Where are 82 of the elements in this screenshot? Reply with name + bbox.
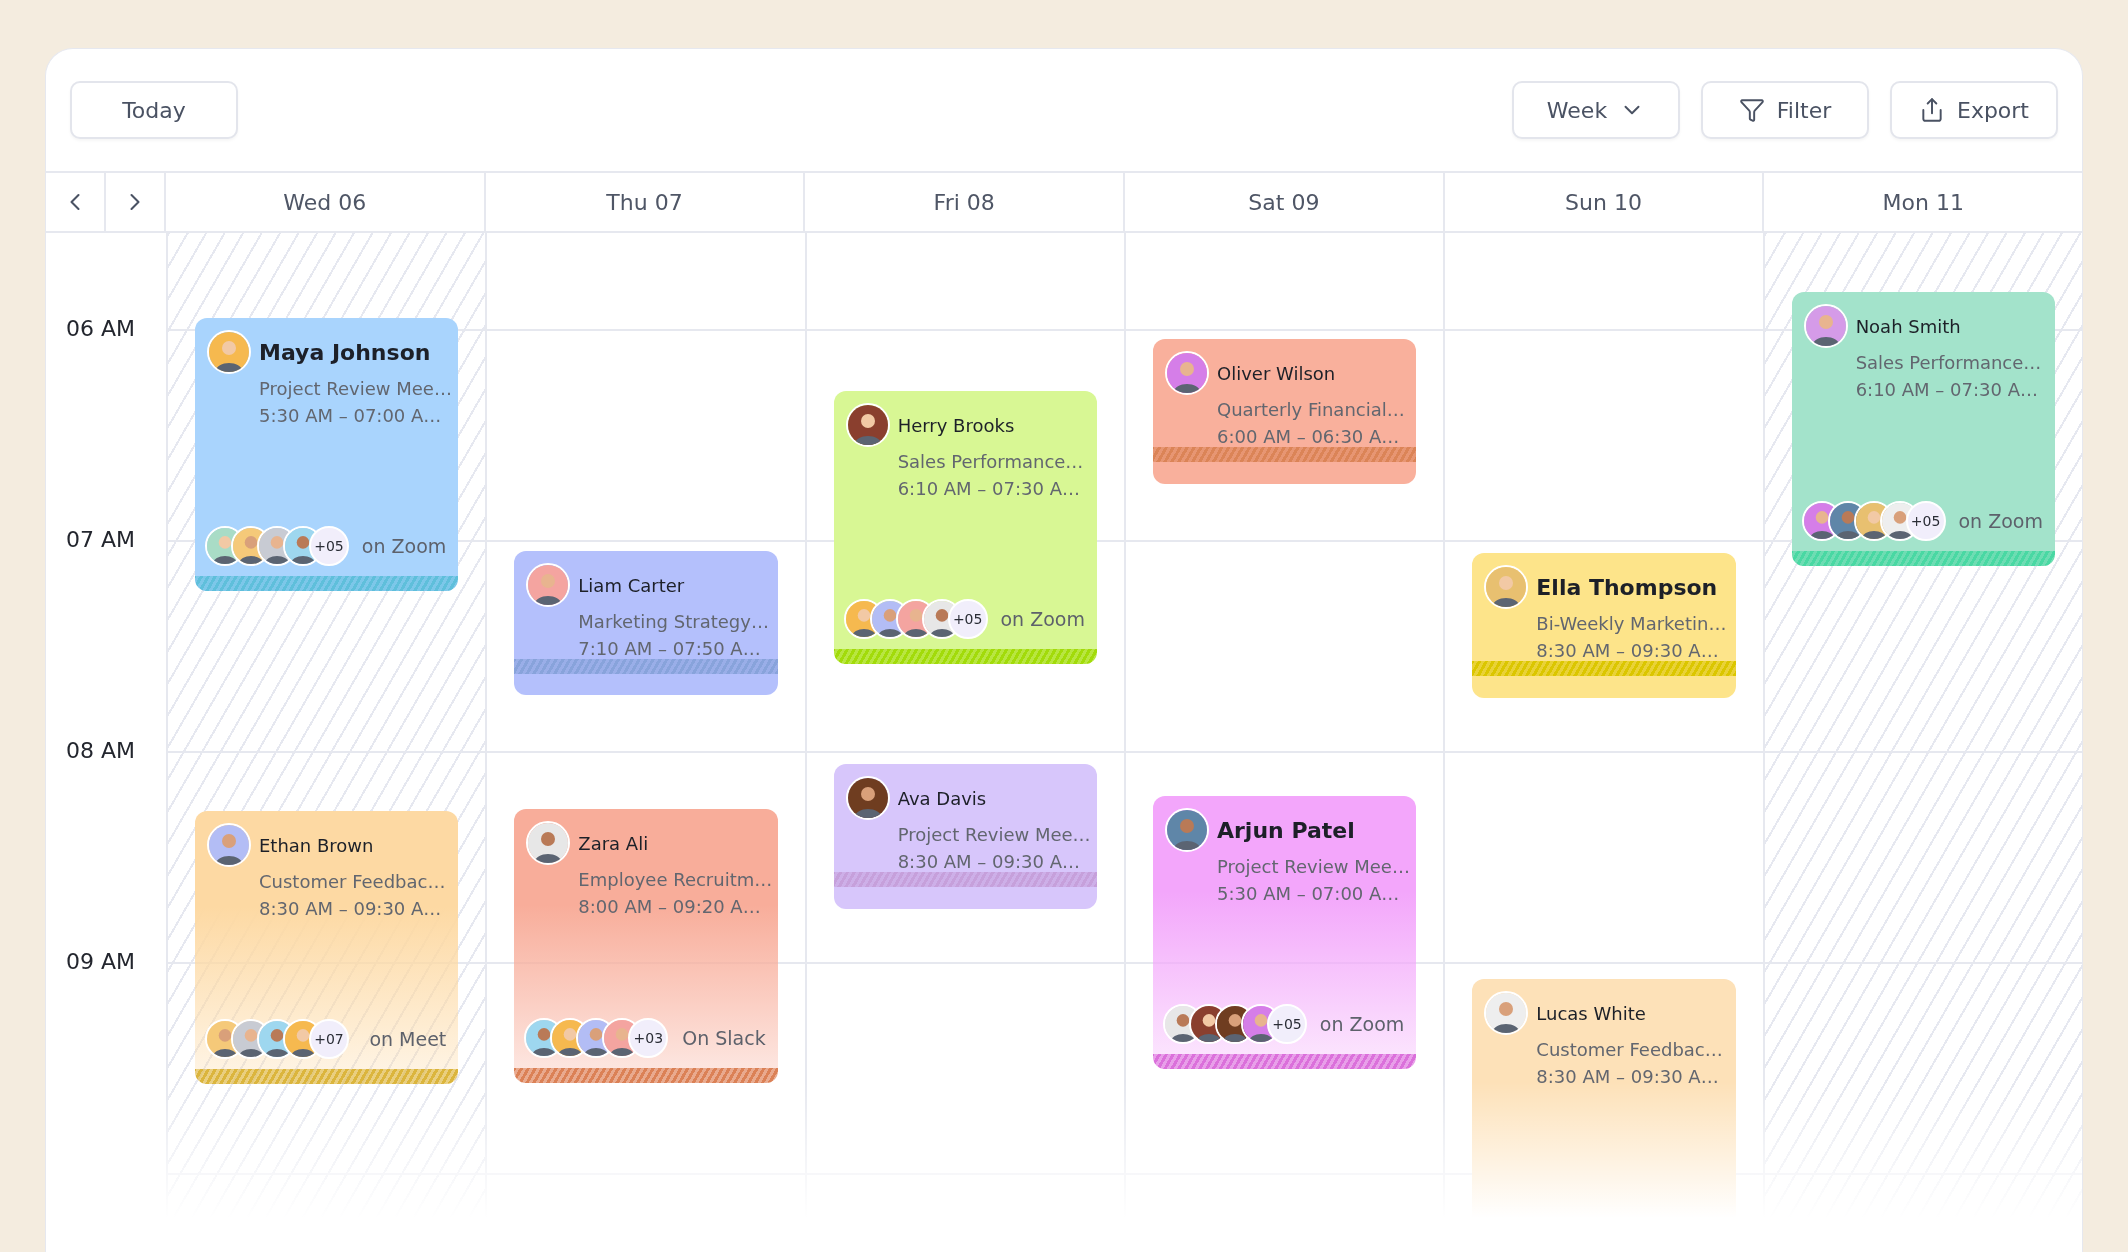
- event-title: Sales Performance…: [1855, 352, 2043, 373]
- event-organizer: Noah Smith: [1855, 315, 1962, 337]
- day-header: Wed 06: [166, 173, 486, 231]
- event-card[interactable]: Herry Brooks Sales Performance… 6:10 AM – 07:30 A… +05 on Zoom: [833, 391, 1097, 664]
- event-time: 6:10 AM – 07:30 A…: [1855, 379, 2039, 400]
- avatar: [1484, 565, 1529, 609]
- day-header: Fri 08: [805, 173, 1125, 231]
- event-title: Marketing Strategy…: [578, 611, 769, 632]
- export-button[interactable]: Export: [1890, 81, 2058, 139]
- meeting-platform: on Zoom: [1319, 1013, 1405, 1035]
- event-title: Employee Recruitm…: [578, 869, 773, 890]
- event-title: Project Review Mee…: [897, 824, 1091, 845]
- attendee-count[interactable]: +03: [628, 1018, 669, 1058]
- avatar: [1803, 304, 1848, 348]
- event-card[interactable]: Ella Thompson Bi-Weekly Marketin… 8:30 AM – 09:30 A…: [1472, 553, 1736, 698]
- event-card[interactable]: Noah Smith Sales Performance… 6:10 AM – 07:30 A… +05 on Zoom: [1791, 292, 2055, 566]
- avatar: [845, 776, 890, 820]
- event-title: Project Review Mee…: [1217, 856, 1410, 877]
- event-organizer: Zara Ali: [578, 832, 650, 854]
- event-time: 5:30 AM – 07:00 A…: [1217, 883, 1401, 904]
- event-organizer: Ava Davis: [897, 787, 988, 809]
- event-organizer: Herry Brooks: [897, 414, 1016, 436]
- avatar: [1165, 351, 1209, 395]
- avatar: [526, 563, 571, 607]
- day-header: Sat 09: [1125, 173, 1445, 231]
- meeting-platform: on Meet: [369, 1028, 447, 1050]
- event-card[interactable]: Ethan Brown Customer Feedbac… 8:30 AM – 09:30 A… +07 on Meet: [195, 811, 459, 1084]
- event-card[interactable]: Arjun Patel Project Review Mee… 5:30 AM – 07:00 A… +05 on Zoom: [1153, 796, 1417, 1069]
- event-title: Project Review Mee…: [259, 378, 452, 399]
- attendee-count[interactable]: +05: [1905, 501, 1946, 541]
- attendee-count[interactable]: +05: [1267, 1004, 1307, 1044]
- event-title: Bi-Weekly Marketin…: [1536, 613, 1727, 634]
- event-organizer: Lucas White: [1536, 1002, 1647, 1024]
- avatar: [845, 403, 890, 447]
- event-title: Quarterly Financial…: [1217, 399, 1405, 420]
- avatar: [207, 823, 251, 867]
- event-time: 8:30 AM – 09:30 A…: [897, 851, 1081, 872]
- export-icon: [1919, 97, 1945, 123]
- filter-button[interactable]: Filter: [1701, 81, 1869, 139]
- meeting-platform: On Slack: [682, 1027, 766, 1049]
- avatar: [1484, 991, 1529, 1035]
- time-label: 06 AM: [65, 315, 137, 343]
- meeting-platform: on Zoom: [361, 535, 447, 557]
- attendee-count[interactable]: +07: [309, 1019, 349, 1059]
- event-time: 6:10 AM – 07:30 A…: [897, 478, 1081, 499]
- event-organizer: Arjun Patel: [1217, 817, 1356, 843]
- event-time: 8:30 AM – 09:30 A…: [1536, 1066, 1720, 1087]
- day-header: Thu 07: [485, 173, 806, 231]
- event-time: 8:30 AM – 09:30 A…: [1536, 640, 1720, 661]
- attendee-count[interactable]: +05: [309, 526, 349, 566]
- avatar: [207, 330, 251, 374]
- event-organizer: Maya Johnson: [259, 339, 432, 365]
- event-card[interactable]: Zara Ali Employee Recruitm… 8:00 AM – 09:20 A… +03 On Slack: [514, 809, 778, 1083]
- filter-icon: [1738, 97, 1765, 123]
- avatar: [1165, 808, 1209, 852]
- event-organizer: Ethan Brown: [259, 834, 375, 856]
- event-title: Customer Feedbac…: [1536, 1039, 1724, 1060]
- avatar: [526, 821, 571, 865]
- event-time: 8:00 AM – 09:20 A…: [578, 896, 762, 917]
- event-card[interactable]: Maya Johnson Project Review Mee… 5:30 AM – 07:00 A… +05 on Zoom: [195, 318, 459, 591]
- event-title: Customer Feedbac…: [259, 871, 447, 892]
- event-card[interactable]: Oliver Wilson Quarterly Financial… 6:00 AM – 06:30 A…: [1153, 339, 1417, 484]
- meeting-platform: on Zoom: [1000, 608, 1085, 630]
- day-header: Sun 10: [1444, 173, 1765, 231]
- today-button[interactable]: Today: [70, 81, 238, 139]
- time-label: 07 AM: [65, 526, 137, 554]
- event-time: 5:30 AM – 07:00 A…: [259, 405, 443, 426]
- view-dropdown[interactable]: Week: [1512, 81, 1680, 139]
- day-header: Mon 11: [1881, 188, 1965, 217]
- event-time: 8:30 AM – 09:30 A…: [259, 898, 443, 919]
- event-time: 7:10 AM – 07:50 A…: [578, 638, 762, 659]
- event-card[interactable]: Ava Davis Project Review Mee… 8:30 AM – 09:30 A…: [833, 764, 1097, 909]
- event-organizer: Ella Thompson: [1536, 574, 1719, 600]
- event-organizer: Oliver Wilson: [1217, 362, 1337, 384]
- event-title: Sales Performance…: [897, 451, 1085, 472]
- time-label: 09 AM: [65, 948, 137, 976]
- time-label: 08 AM: [65, 737, 137, 765]
- meeting-platform: on Zoom: [1958, 510, 2043, 532]
- attendee-count[interactable]: +05: [947, 599, 988, 639]
- event-organizer: Liam Carter: [578, 574, 686, 596]
- event-card[interactable]: Liam Carter Marketing Strategy… 7:10 AM – 07:50 A…: [514, 551, 778, 695]
- event-time: 6:00 AM – 06:30 A…: [1217, 426, 1401, 447]
